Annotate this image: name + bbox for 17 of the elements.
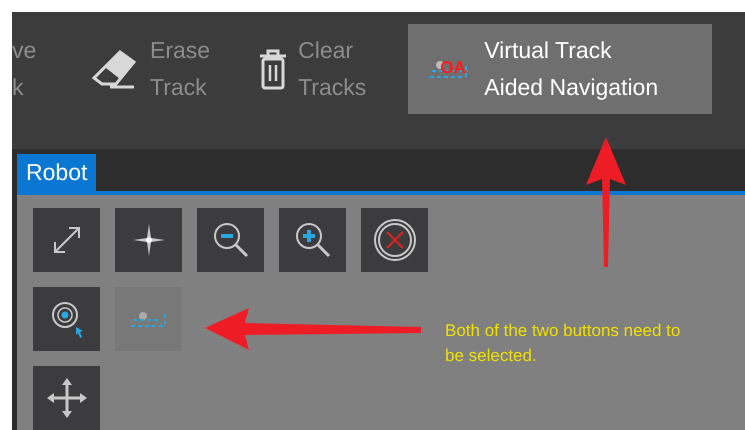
ribbon-button[interactable]: Clear Tracks: [246, 24, 378, 114]
annotation-text: Both of the two buttons need to be selected.: [445, 320, 682, 367]
tool-button[interactable]: [361, 208, 428, 272]
virtual-track-icon: [130, 311, 167, 327]
tool-button[interactable]: [33, 366, 100, 430]
tool-button[interactable]: [33, 208, 100, 272]
tool-button[interactable]: [279, 208, 346, 272]
robot-tab[interactable]: Robot: [17, 154, 96, 191]
ribbon-button[interactable]: ve k: [12, 24, 72, 114]
trash-icon: [258, 48, 288, 90]
tool-button[interactable]: [197, 208, 264, 272]
move-icon: [44, 376, 88, 420]
ribbon-button[interactable]: OA Virtual Track Aided Navigation: [408, 24, 712, 114]
tool-button[interactable]: [33, 287, 100, 351]
ribbon-button[interactable]: Erase Track: [78, 24, 222, 114]
tool-button[interactable]: [115, 208, 182, 272]
cancel-icon: [372, 218, 416, 262]
